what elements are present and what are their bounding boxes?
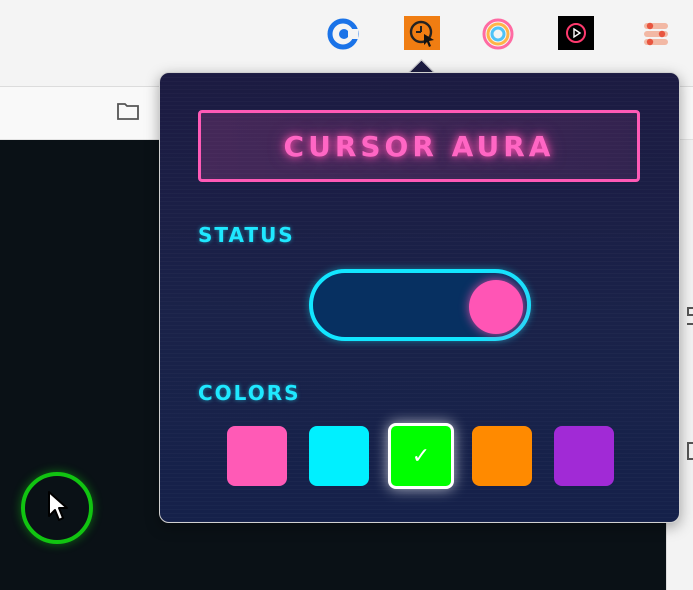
- calendly-icon[interactable]: [325, 16, 361, 52]
- popup-title: CURSOR AURA: [283, 129, 555, 163]
- cursor-aura-popup: CURSOR AURA STATUS COLORS ✓: [159, 72, 680, 523]
- status-label: STATUS: [198, 223, 295, 247]
- colors-label: COLORS: [198, 381, 301, 405]
- color-swatch-green[interactable]: ✓: [388, 423, 454, 489]
- folder-icon[interactable]: [116, 100, 140, 126]
- color-swatch-cyan[interactable]: [309, 426, 369, 486]
- mouse-pointer-icon: [47, 490, 69, 528]
- status-toggle[interactable]: [309, 269, 531, 341]
- toggle-knob: [469, 280, 523, 334]
- edge-glyph: [686, 305, 693, 332]
- check-icon: ✓: [411, 443, 431, 469]
- color-swatch-orange[interactable]: [472, 426, 532, 486]
- play-circle-icon[interactable]: [558, 16, 594, 50]
- cursor-clock-icon[interactable]: [404, 16, 440, 50]
- color-swatch-purple[interactable]: [554, 426, 614, 486]
- edge-glyph: [686, 440, 693, 467]
- title-banner: CURSOR AURA: [198, 110, 640, 182]
- color-swatch-pink[interactable]: [227, 426, 287, 486]
- rainbow-ring-icon[interactable]: [480, 16, 516, 52]
- toggles-icon[interactable]: [638, 16, 674, 52]
